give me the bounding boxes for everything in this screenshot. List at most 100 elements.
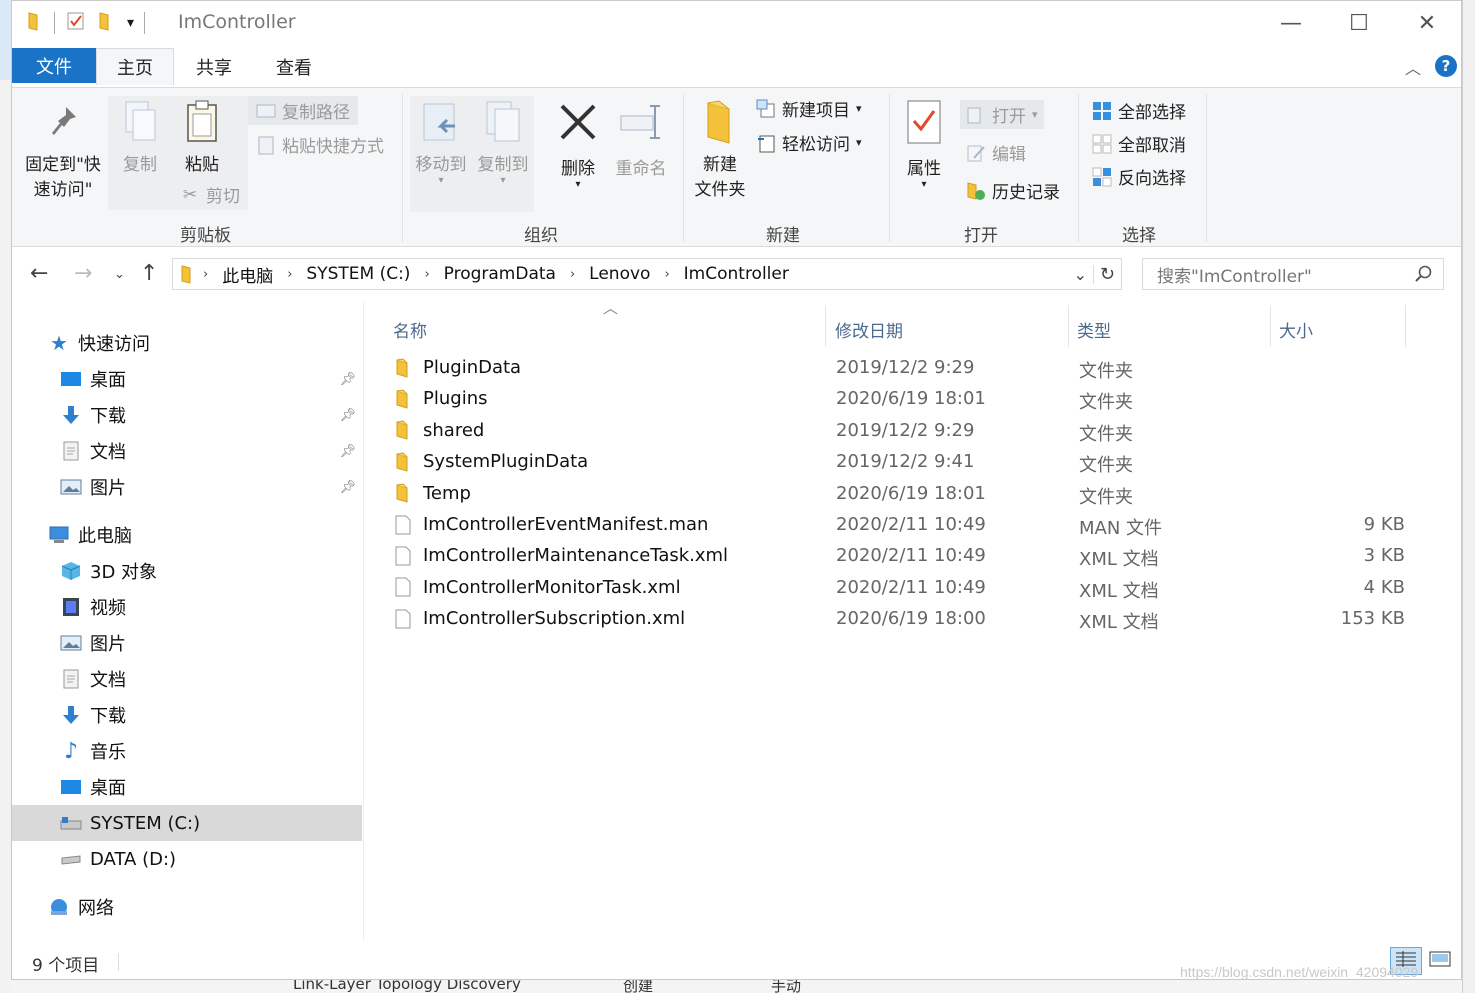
- new-item-button[interactable]: 新建项目 ▾: [756, 96, 862, 121]
- file-name-cell[interactable]: ImControllerEventManifest.man: [395, 514, 708, 535]
- easy-access-button[interactable]: 轻松访问 ▾: [756, 130, 862, 155]
- column-divider[interactable]: [825, 305, 826, 347]
- large-icons-view-button[interactable]: [1424, 947, 1456, 975]
- minimize-button[interactable]: —: [1257, 1, 1325, 45]
- tab-share[interactable]: 共享: [174, 48, 254, 85]
- pin-icon[interactable]: 📌︎: [339, 480, 356, 495]
- edit-button[interactable]: 编辑: [966, 140, 1026, 165]
- file-row[interactable]: shared 2019/12/2 9:29 文件夹: [395, 416, 1415, 447]
- delete-button[interactable]: 删除 ▾: [548, 98, 608, 190]
- column-divider[interactable]: [1405, 305, 1406, 347]
- sidebar-item-downloads-pc[interactable]: 下载: [60, 697, 126, 733]
- forward-arrow-icon[interactable]: →: [74, 261, 92, 286]
- tab-file[interactable]: 文件: [12, 48, 96, 83]
- copy-button[interactable]: 复制: [110, 98, 170, 175]
- item-count: 9 个项目: [32, 956, 100, 976]
- breadcrumb-programdata[interactable]: ProgramData: [444, 264, 556, 284]
- properties-button[interactable]: 属性 ▾: [896, 98, 952, 190]
- column-divider[interactable]: [1270, 305, 1271, 347]
- breadcrumb-imcontroller[interactable]: ImController: [684, 264, 789, 284]
- file-row[interactable]: Plugins 2020/6/19 18:01 文件夹: [395, 384, 1415, 415]
- file-row[interactable]: ImControllerSubscription.xml 2020/6/19 18…: [395, 604, 1415, 635]
- back-arrow-icon[interactable]: ←: [30, 261, 48, 286]
- column-header-name[interactable]: 名称: [393, 311, 813, 347]
- history-button[interactable]: 历史记录: [966, 178, 1060, 203]
- sidebar-item-data-d[interactable]: DATA (D:): [60, 841, 176, 877]
- file-row[interactable]: SystemPluginData 2019/12/2 9:41 文件夹: [395, 447, 1415, 478]
- paste-button[interactable]: 粘贴: [172, 98, 232, 175]
- breadcrumb-this-pc[interactable]: 此电脑: [222, 262, 273, 287]
- file-row[interactable]: ImControllerEventManifest.man 2020/2/11 1…: [395, 510, 1415, 541]
- sidebar-item-desktop[interactable]: 桌面 📌︎: [60, 361, 360, 397]
- tab-home[interactable]: 主页: [96, 48, 174, 85]
- pin-quick-access-button[interactable]: 固定到"快 速访问": [20, 98, 106, 200]
- sidebar-item-quick-access[interactable]: ★ 快速访问: [48, 325, 150, 361]
- search-icon[interactable]: [1415, 265, 1433, 283]
- sidebar-item-documents-pc[interactable]: 文档: [60, 661, 126, 697]
- select-none-button[interactable]: 全部取消: [1092, 131, 1186, 156]
- recent-locations-chevron-icon[interactable]: ⌄: [114, 267, 125, 282]
- new-folder-button[interactable]: 新建 文件夹: [688, 98, 752, 200]
- column-header-modified[interactable]: 修改日期: [835, 311, 1065, 347]
- sidebar-label: DATA (D:): [90, 848, 177, 870]
- file-name-cell[interactable]: PluginData: [395, 357, 521, 378]
- breadcrumb-lenovo[interactable]: Lenovo: [589, 264, 650, 284]
- column-divider[interactable]: [1068, 305, 1069, 347]
- invert-selection-button[interactable]: 反向选择: [1092, 164, 1186, 189]
- tab-view[interactable]: 查看: [254, 48, 334, 85]
- breadcrumb-separator-icon[interactable]: ›: [424, 267, 429, 282]
- file-name-cell[interactable]: shared: [395, 420, 484, 441]
- sidebar-item-3d-objects[interactable]: 3D 对象: [60, 553, 157, 589]
- file-name-cell[interactable]: Temp: [395, 483, 471, 504]
- up-arrow-icon[interactable]: ↑: [140, 261, 158, 286]
- file-name-cell[interactable]: Plugins: [395, 388, 487, 409]
- sidebar-item-this-pc[interactable]: 此电脑: [48, 517, 132, 553]
- breadcrumb-separator-icon[interactable]: ›: [287, 267, 292, 282]
- move-to-button[interactable]: 移动到 ▾: [410, 98, 472, 186]
- column-header-type[interactable]: 类型: [1077, 311, 1267, 347]
- pin-icon[interactable]: 📌︎: [339, 372, 356, 387]
- pin-icon[interactable]: 📌︎: [339, 408, 356, 423]
- close-button[interactable]: ✕: [1393, 1, 1461, 45]
- sidebar-item-documents[interactable]: 文档 📌︎: [60, 433, 360, 469]
- sidebar-item-pictures[interactable]: 图片 📌︎: [60, 469, 360, 505]
- file-row[interactable]: ImControllerMonitorTask.xml 2020/2/11 10:…: [395, 573, 1415, 604]
- properties-check-icon[interactable]: [67, 11, 85, 36]
- collapse-ribbon-icon[interactable]: ︿: [1405, 55, 1421, 79]
- column-header-size[interactable]: 大小: [1279, 311, 1399, 347]
- sidebar-item-desktop-pc[interactable]: 桌面: [60, 769, 126, 805]
- file-name-cell[interactable]: ImControllerSubscription.xml: [395, 608, 685, 629]
- sidebar-item-videos[interactable]: 视频: [60, 589, 126, 625]
- file-name-cell[interactable]: SystemPluginData: [395, 451, 588, 472]
- search-input[interactable]: 搜索"ImController": [1142, 258, 1444, 290]
- pin-icon[interactable]: 📌︎: [339, 444, 356, 459]
- copy-to-button[interactable]: 复制到 ▾: [472, 98, 534, 186]
- maximize-button[interactable]: ☐: [1325, 1, 1393, 45]
- group-label-new: 新建: [766, 226, 800, 246]
- new-folder-icon[interactable]: [99, 11, 113, 36]
- file-row[interactable]: Temp 2020/6/19 18:01 文件夹: [395, 479, 1415, 510]
- rename-button[interactable]: 重命名: [610, 98, 672, 179]
- sidebar-item-downloads[interactable]: 下载 📌︎: [60, 397, 360, 433]
- address-dropdown-chevron-icon[interactable]: ⌄: [1068, 264, 1094, 284]
- sidebar-item-pictures-pc[interactable]: 图片: [60, 625, 126, 661]
- help-icon[interactable]: ?: [1435, 55, 1457, 77]
- cut-button[interactable]: ✂ 剪切: [174, 180, 246, 209]
- breadcrumb-separator-icon[interactable]: ›: [664, 267, 669, 282]
- sidebar-item-network[interactable]: 网络: [48, 889, 114, 925]
- customize-dropdown-icon[interactable]: ▾: [127, 15, 134, 31]
- sidebar-item-system-c[interactable]: SYSTEM (C:): [12, 805, 362, 841]
- file-name-cell[interactable]: ImControllerMonitorTask.xml: [395, 577, 681, 598]
- copy-path-button[interactable]: 复制路径: [248, 96, 358, 125]
- file-name-cell[interactable]: ImControllerMaintenanceTask.xml: [395, 545, 728, 566]
- open-button[interactable]: 打开 ▾: [960, 100, 1044, 129]
- refresh-icon[interactable]: ↻: [1094, 264, 1121, 285]
- breadcrumb-separator-icon[interactable]: ›: [570, 267, 575, 282]
- file-row[interactable]: PluginData 2019/12/2 9:29 文件夹: [395, 353, 1415, 384]
- file-row[interactable]: ImControllerMaintenanceTask.xml 2020/2/11…: [395, 541, 1415, 572]
- address-bar[interactable]: › 此电脑 › SYSTEM (C:) › ProgramData › Leno…: [172, 258, 1122, 290]
- breadcrumb-system-c[interactable]: SYSTEM (C:): [306, 264, 410, 284]
- select-all-button[interactable]: 全部选择: [1092, 98, 1186, 123]
- paste-shortcut-button[interactable]: 粘贴快捷方式: [248, 130, 392, 159]
- sidebar-item-music[interactable]: ♪ 音乐: [60, 733, 126, 769]
